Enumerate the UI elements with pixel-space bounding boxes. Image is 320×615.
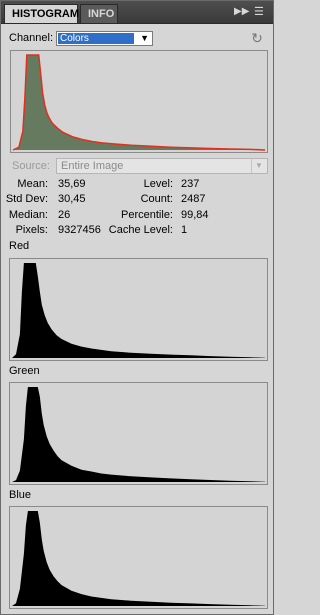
- count-label: Count:: [140, 193, 173, 205]
- red-channel-label: Red: [9, 240, 30, 252]
- tab-info[interactable]: INFO: [80, 4, 118, 23]
- cache-level-label: Cache Level:: [108, 224, 173, 236]
- median-label: Median:: [8, 209, 48, 221]
- tab-histogram[interactable]: HISTOGRAM: [4, 4, 79, 23]
- percentile-label: Percentile:: [121, 209, 173, 221]
- chevron-down-icon: ▼: [251, 159, 266, 173]
- panel-tab-bar: HISTOGRAM INFO ▶▶ ☰: [1, 1, 273, 24]
- count-value: 2487: [181, 193, 206, 205]
- panel-menu-icon[interactable]: ☰: [254, 6, 264, 18]
- refresh-icon[interactable]: ↻: [250, 31, 264, 45]
- red-histogram: [9, 258, 268, 361]
- green-histogram: [9, 382, 268, 485]
- percentile-value: 99,84: [181, 209, 209, 221]
- green-channel-label: Green: [9, 365, 40, 377]
- chevron-down-icon: ▼: [140, 33, 149, 43]
- red-histogram-svg: [12, 263, 265, 358]
- source-select: Entire Image ▼: [56, 158, 268, 174]
- std-dev-label: Std Dev:: [5, 193, 48, 205]
- blue-channel-label: Blue: [9, 489, 32, 501]
- red-histogram-area: [12, 263, 265, 358]
- green-histogram-area: [12, 387, 265, 482]
- mean-label: Mean:: [17, 178, 48, 190]
- green-histogram-svg: [12, 387, 265, 482]
- source-value: Entire Image: [61, 160, 124, 172]
- blue-histogram-area: [12, 511, 265, 606]
- median-value: 26: [58, 209, 71, 221]
- cache-level-value: 1: [181, 224, 188, 236]
- channel-select[interactable]: Colors ▼: [56, 31, 153, 46]
- source-label: Source:: [12, 160, 50, 172]
- level-label: Level:: [143, 178, 173, 190]
- fast-forward-icon[interactable]: ▶▶: [234, 6, 249, 18]
- blue-histogram: [9, 506, 268, 609]
- level-value: 237: [181, 178, 200, 190]
- pixels-label: Pixels:: [15, 224, 48, 236]
- composite-histogram: [10, 50, 268, 153]
- channel-selected-value: Colors: [58, 33, 134, 44]
- composite-histogram-area: [13, 55, 265, 150]
- composite-histogram-svg: [12, 54, 266, 151]
- blue-histogram-svg: [12, 511, 265, 606]
- histogram-panel: HISTOGRAM INFO ▶▶ ☰ Channel: Colors ▼ ↻ …: [0, 0, 274, 615]
- channel-label: Channel:: [9, 32, 54, 44]
